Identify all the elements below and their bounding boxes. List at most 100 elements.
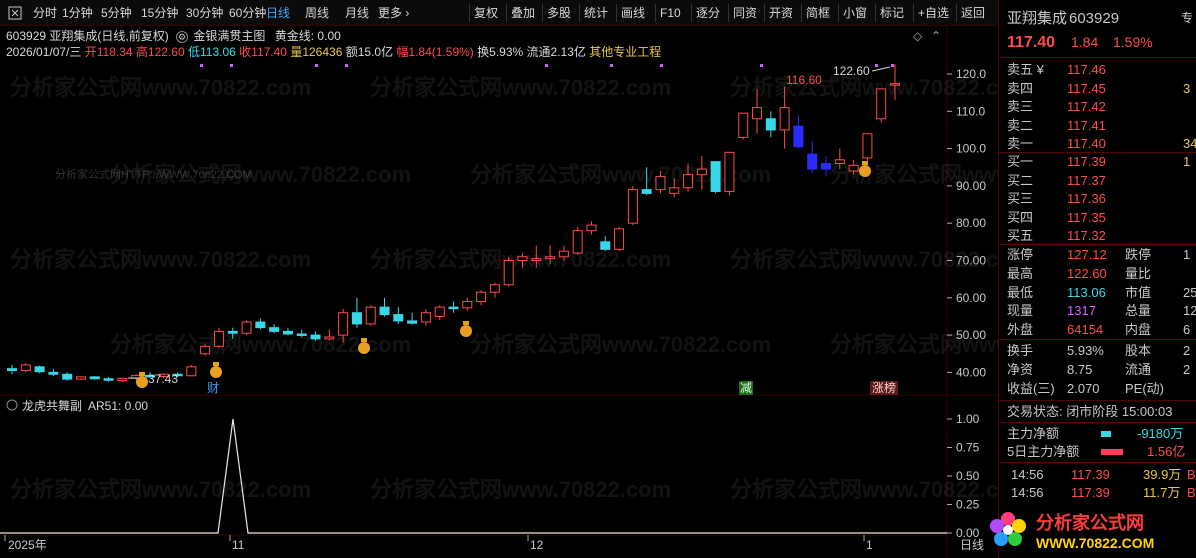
candle-body[interactable] (545, 256, 556, 260)
candle-body[interactable] (89, 376, 100, 380)
candle-body[interactable] (7, 368, 17, 372)
candle-body[interactable] (34, 366, 45, 373)
candle-body[interactable] (407, 320, 418, 324)
candle-body[interactable] (296, 333, 307, 336)
tool-button-0[interactable]: 复权 (474, 4, 498, 22)
detail-tab[interactable]: 专 (1181, 9, 1193, 28)
candle-body[interactable] (696, 168, 707, 176)
candle-body[interactable] (241, 321, 252, 334)
candle-body[interactable] (724, 151, 735, 192)
money-bag-icon[interactable] (358, 342, 370, 354)
tool-button-5[interactable]: F10 (660, 4, 681, 22)
period-tab-8[interactable]: 月线 (345, 4, 369, 22)
tool-button-9[interactable]: 简框 (806, 4, 830, 22)
candle-body[interactable] (186, 366, 197, 377)
tool-button-3[interactable]: 统计 (584, 4, 608, 22)
candle-body[interactable] (586, 224, 597, 232)
candle-body[interactable] (531, 258, 542, 261)
sub-settings-icon[interactable] (6, 399, 18, 411)
candle-body[interactable] (310, 334, 321, 340)
candle-body[interactable] (200, 345, 211, 355)
tool-button-7[interactable]: 同资 (733, 4, 757, 22)
tool-button-4[interactable]: 画线 (621, 4, 645, 22)
candle-body[interactable] (393, 314, 404, 322)
period-tab-5[interactable]: 60分钟 (229, 4, 266, 22)
tool-button-12[interactable]: +自选 (918, 4, 949, 22)
candle-body[interactable] (793, 125, 804, 148)
candle-body[interactable] (269, 327, 280, 332)
reduce-marker[interactable]: 减 (740, 381, 752, 395)
candle-body[interactable] (710, 161, 721, 192)
tool-button-1[interactable]: 叠加 (511, 4, 535, 22)
candle-body[interactable] (834, 159, 845, 165)
candle-body[interactable] (20, 364, 31, 372)
limitup-marker[interactable]: 涨榜 (872, 380, 896, 395)
candle-body[interactable] (117, 377, 128, 382)
finance-marker[interactable]: 财 (207, 381, 219, 395)
period-tab-4[interactable]: 30分钟 (186, 4, 223, 22)
candle-body[interactable] (324, 336, 335, 340)
candle-body[interactable] (282, 330, 293, 335)
period-button[interactable]: 日线 (960, 538, 984, 552)
candle-body[interactable] (669, 187, 680, 194)
candle-body[interactable] (62, 373, 73, 380)
candle-body[interactable] (862, 133, 873, 159)
candle-body[interactable] (848, 164, 859, 172)
period-tab-9[interactable]: 更多 › (378, 4, 409, 22)
candle-body[interactable] (876, 88, 887, 120)
candle-body[interactable] (779, 107, 790, 131)
tool-button-11[interactable]: 标记 (880, 4, 904, 22)
tool-button-6[interactable]: 逐分 (696, 4, 720, 22)
candle-body[interactable] (434, 306, 445, 317)
candle-body[interactable] (765, 118, 776, 131)
close-panel-icon[interactable] (8, 6, 22, 24)
candle-body[interactable] (75, 376, 86, 380)
tool-button-8[interactable]: 开资 (769, 4, 793, 22)
candle-body[interactable] (641, 189, 652, 194)
candle-body[interactable] (255, 321, 266, 329)
candle-body[interactable] (420, 312, 431, 323)
candle-body[interactable] (503, 260, 514, 286)
candle-body[interactable] (103, 378, 114, 381)
candle-body[interactable] (365, 306, 376, 325)
candle-body[interactable] (48, 371, 59, 375)
candle-body[interactable] (489, 284, 500, 293)
money-bag-icon[interactable] (210, 366, 222, 378)
candle-body[interactable] (213, 330, 224, 347)
period-tab-6[interactable]: 日线 (266, 4, 290, 22)
candle-body[interactable] (227, 330, 238, 334)
money-bag-icon[interactable] (136, 376, 148, 388)
candle-body[interactable] (379, 306, 390, 316)
candle-body[interactable] (476, 291, 487, 303)
period-tab-1[interactable]: 1分钟 (62, 4, 93, 22)
candle-body[interactable] (807, 153, 818, 170)
money-bag-icon[interactable] (859, 165, 871, 177)
candle-body[interactable] (351, 312, 362, 325)
candle-body[interactable] (558, 250, 569, 258)
candle-body[interactable] (752, 107, 763, 120)
tool-button-13[interactable]: 返回 (961, 4, 985, 22)
candle-body[interactable] (890, 83, 900, 86)
candle-body[interactable] (462, 301, 473, 309)
period-tab-3[interactable]: 15分钟 (141, 4, 178, 22)
candle-body[interactable] (338, 312, 349, 336)
candle-body[interactable] (738, 112, 749, 138)
candle-body[interactable] (821, 163, 832, 170)
period-tab-2[interactable]: 5分钟 (101, 4, 132, 22)
candle-body[interactable] (655, 176, 666, 191)
candle-body[interactable] (627, 189, 638, 224)
tool-button-10[interactable]: 小窗 (843, 4, 867, 22)
diamond-icon[interactable]: ◇ (913, 29, 923, 43)
candle-body[interactable] (600, 241, 611, 250)
sub-indicator-name[interactable]: 龙虎共舞副 (22, 399, 82, 413)
chevron-up-icon[interactable]: ⌃ (931, 29, 941, 43)
candle-body[interactable] (614, 228, 625, 250)
candle-body[interactable] (448, 306, 459, 310)
candle-body[interactable] (517, 256, 528, 262)
period-tab-7[interactable]: 周线 (305, 4, 329, 22)
candle-body[interactable] (683, 174, 694, 189)
tool-button-2[interactable]: 多股 (547, 4, 571, 22)
money-bag-icon[interactable] (460, 325, 472, 337)
candle-body[interactable] (572, 230, 583, 254)
period-tab-0[interactable]: 分时 (33, 4, 57, 22)
